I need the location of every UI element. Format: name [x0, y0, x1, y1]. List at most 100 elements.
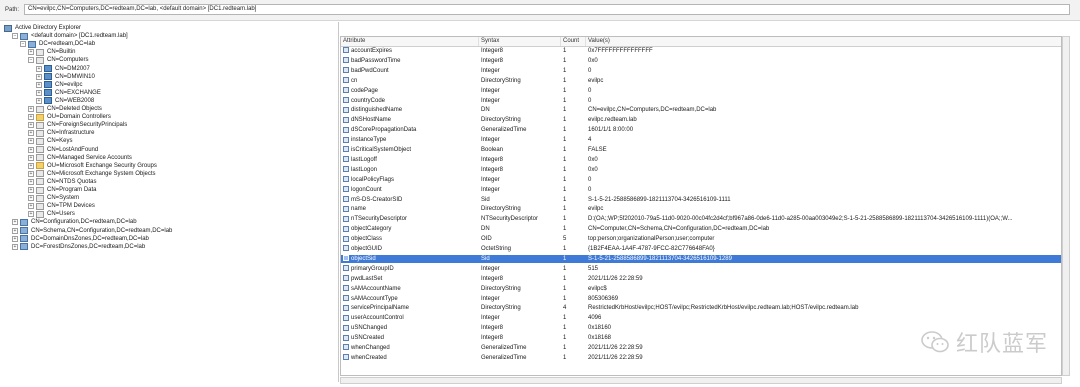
tree-item[interactable]: + CN=WEB2008: [36, 97, 94, 105]
tree-item[interactable]: + CN=DM2007: [36, 65, 90, 73]
collapse-toggle-icon[interactable]: −: [28, 57, 34, 64]
tree-item[interactable]: + CN=Microsoft Exchange System Objects: [28, 170, 156, 178]
tree-pane[interactable]: Active Directory Explorer − <default domai…: [0, 22, 339, 382]
expand-toggle-icon[interactable]: +: [28, 49, 34, 56]
table-row[interactable]: dSCorePropagationData GeneralizedTime 1 160…: [341, 126, 1061, 134]
tree-item[interactable]: + CN=System: [28, 194, 79, 202]
table-row[interactable]: dNSHostName DirectoryString 1 evilpc.redtea…: [341, 116, 1061, 124]
tree-item[interactable]: + CN=Keys: [28, 137, 73, 145]
expand-toggle-icon[interactable]: +: [28, 162, 34, 169]
expand-toggle-icon[interactable]: +: [28, 146, 34, 153]
expand-toggle-icon[interactable]: +: [28, 203, 34, 210]
tree-item[interactable]: + CN=Configuration,DC=redteam,DC=lab: [12, 218, 137, 226]
table-row[interactable]: localPolicyFlags Integer 1 0: [341, 176, 1061, 184]
table-row[interactable]: objectClass OID 5 top;person;organizational…: [341, 235, 1061, 243]
domain-icon: [20, 235, 28, 243]
expand-toggle-icon[interactable]: +: [36, 97, 42, 104]
table-row[interactable]: lastLogon Integer8 1 0x0: [341, 166, 1061, 174]
expand-toggle-icon[interactable]: +: [28, 154, 34, 161]
table-row[interactable]: distinguishedName DN 1 CN=evilpc,CN=Compute…: [341, 106, 1061, 114]
expand-toggle-icon[interactable]: +: [28, 122, 34, 129]
vertical-scrollbar[interactable]: [1062, 36, 1070, 376]
attribute-icon: [343, 186, 349, 193]
tree-item[interactable]: + CN=NTDS Quotas: [28, 178, 97, 186]
expand-toggle-icon[interactable]: +: [28, 130, 34, 137]
expand-toggle-icon[interactable]: +: [36, 73, 42, 80]
horizontal-scrollbar[interactable]: [340, 377, 1062, 384]
tree-item[interactable]: − <default domain> [DC1.redteam.lab]: [12, 32, 128, 40]
path-input[interactable]: CN=evilpc,CN=Computers,DC=redteam,DC=lab…: [24, 4, 1070, 15]
tree-item[interactable]: + CN=LostAndFound: [28, 146, 98, 154]
tree-item[interactable]: + CN=TPM Devices: [28, 202, 95, 210]
count-cell: 1: [563, 275, 567, 282]
table-row[interactable]: isCriticalSystemObject Boolean 1 FALSE: [341, 146, 1061, 154]
table-row[interactable]: lastLogoff Integer8 1 0x0: [341, 156, 1061, 164]
table-row[interactable]: sAMAccountType Integer 1 805306369: [341, 294, 1061, 303]
tree-item[interactable]: + CN=Managed Service Accounts: [28, 154, 132, 162]
expand-toggle-icon[interactable]: +: [28, 138, 34, 145]
table-row[interactable]: name DirectoryString 1 evilpc: [341, 205, 1061, 213]
tree-item[interactable]: Active Directory Explorer: [4, 24, 81, 32]
table-row[interactable]: objectSid Sid 1 S-1-5-21-2588586899-1821113…: [341, 254, 1061, 263]
tree-item[interactable]: + CN=Infrastructure: [28, 129, 95, 137]
tree-item[interactable]: + CN=Schema,CN=Configuration,DC=redteam,D…: [12, 227, 172, 235]
column-header-syntax[interactable]: Syntax: [479, 37, 561, 46]
table-row[interactable]: cn DirectoryString 1 evilpc: [341, 77, 1061, 85]
table-row[interactable]: sAMAccountName DirectoryString 1 evilpc$: [341, 285, 1061, 293]
table-row[interactable]: objectGUID OctetString 1 {1B2F4EAA-1A4F-478…: [341, 245, 1061, 253]
table-row[interactable]: servicePrincipalName DirectoryString 4 Rest…: [341, 304, 1061, 312]
expand-toggle-icon[interactable]: +: [28, 178, 34, 185]
tree-item[interactable]: + CN=ForeignSecurityPrincipals: [28, 121, 127, 129]
ou-folder-icon: [36, 113, 44, 121]
expand-toggle-icon[interactable]: +: [28, 195, 34, 202]
expand-toggle-icon[interactable]: +: [28, 187, 34, 193]
tree-item[interactable]: + OU=Microsoft Exchange Security Groups: [28, 162, 157, 170]
table-row[interactable]: badPasswordTime Integer8 1 0x0: [341, 57, 1061, 65]
syntax-cell: GeneralizedTime: [481, 345, 527, 351]
tree-item[interactable]: + CN=Deleted Objects: [28, 105, 102, 113]
expand-toggle-icon[interactable]: +: [36, 89, 42, 96]
expand-toggle-icon[interactable]: +: [12, 235, 18, 242]
expand-toggle-icon[interactable]: +: [36, 65, 42, 72]
expand-toggle-icon[interactable]: +: [36, 81, 42, 88]
attribute-icon: [343, 126, 349, 133]
table-row[interactable]: accountExpires Integer8 1 0x7FFFFFFFFFFFFFF…: [341, 47, 1061, 55]
tree-item[interactable]: + CN=Builtin: [28, 48, 76, 56]
attribute-icon: [343, 354, 349, 361]
table-row[interactable]: logonCount Integer 1 0: [341, 186, 1061, 194]
table-row[interactable]: instanceType Integer 1 4: [341, 136, 1061, 144]
expand-toggle-icon[interactable]: +: [12, 227, 18, 234]
tree-item[interactable]: + DC=DomainDnsZones,DC=redteam,DC=lab: [12, 235, 149, 243]
table-row[interactable]: userAccountControl Integer 1 4096: [341, 314, 1061, 322]
table-row[interactable]: nTSecurityDescriptor NTSecurityDescriptor…: [341, 215, 1061, 223]
column-header-values[interactable]: Value(s): [586, 37, 1061, 46]
tree-item-label: CN=Infrastructure: [47, 130, 95, 137]
collapse-toggle-icon[interactable]: −: [12, 33, 18, 40]
table-row[interactable]: primaryGroupID Integer 1 515: [341, 265, 1061, 273]
tree-item[interactable]: + CN=DMWIN10: [36, 73, 95, 81]
tree-item[interactable]: + DC=ForestDnsZones,DC=redteam,DC=lab: [12, 243, 145, 251]
table-row[interactable]: pwdLastSet Integer8 1 2021/11/26 22:28:59: [341, 275, 1061, 283]
expand-toggle-icon[interactable]: +: [12, 243, 18, 250]
tree-item[interactable]: − DC=redteam,DC=lab: [20, 40, 95, 48]
table-row[interactable]: badPwdCount Integer 1 0: [341, 67, 1061, 75]
tree-item[interactable]: + CN=Program Data: [28, 186, 97, 194]
tree-item[interactable]: + OU=Domain Controllers: [28, 113, 111, 121]
collapse-toggle-icon[interactable]: −: [20, 41, 26, 48]
expand-toggle-icon[interactable]: +: [12, 219, 18, 226]
table-row[interactable]: objectCategory DN 1 CN=Computer,CN=Schema,C…: [341, 225, 1061, 233]
value-cell: 0: [588, 67, 592, 74]
table-row[interactable]: mS-DS-CreatorSID Sid 1 S-1-5-21-2588586899-…: [341, 195, 1061, 204]
tree-item[interactable]: + CN=evilpc: [36, 81, 83, 89]
column-header-attribute[interactable]: Attribute: [341, 37, 479, 46]
expand-toggle-icon[interactable]: +: [28, 170, 34, 177]
column-header-count[interactable]: Count: [561, 37, 586, 46]
expand-toggle-icon[interactable]: +: [28, 114, 34, 121]
expand-toggle-icon[interactable]: +: [28, 211, 34, 218]
tree-item[interactable]: + CN=EXCHANGE: [36, 89, 101, 97]
table-row[interactable]: countryCode Integer 1 0: [341, 96, 1061, 105]
tree-item[interactable]: − CN=Computers: [28, 56, 89, 64]
table-row[interactable]: codePage Integer 1 0: [341, 87, 1061, 95]
tree-item[interactable]: + CN=Users: [28, 210, 75, 218]
expand-toggle-icon[interactable]: +: [28, 106, 34, 112]
